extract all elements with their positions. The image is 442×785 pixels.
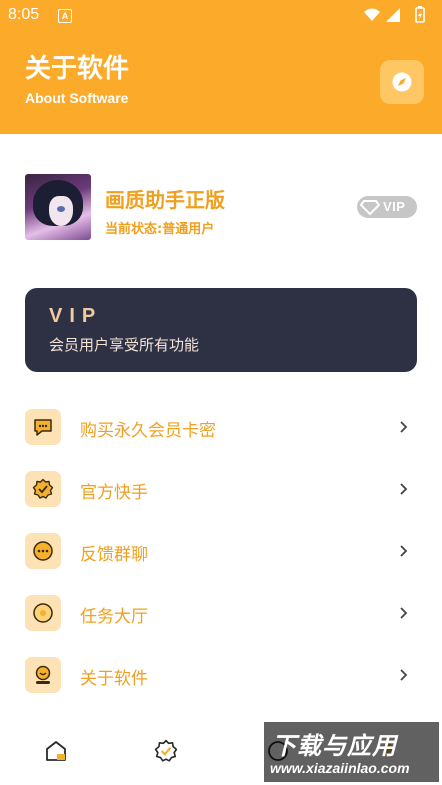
chevron-right-icon bbox=[400, 483, 408, 495]
vip-badge-label: VIP bbox=[383, 199, 406, 214]
menu-item-label: 关于软件 bbox=[80, 669, 148, 689]
info-person-icon bbox=[25, 657, 61, 693]
diamond-icon bbox=[360, 200, 380, 215]
signal-icon bbox=[386, 8, 400, 22]
chevron-right-icon bbox=[400, 669, 408, 681]
verified-badge-icon bbox=[25, 471, 61, 507]
chevron-right-icon bbox=[400, 421, 408, 433]
group-chat-icon bbox=[25, 533, 61, 569]
wifi-icon bbox=[364, 8, 380, 21]
chat-bubble-icon bbox=[25, 409, 61, 445]
menu-item-label: 购买永久会员卡密 bbox=[80, 421, 216, 441]
vip-badge: VIP bbox=[357, 196, 417, 218]
menu-item-feedback-group[interactable]: 反馈群聊 bbox=[0, 521, 442, 581]
app-name: 画质助手正版 bbox=[105, 188, 225, 212]
system-status-icons bbox=[364, 6, 425, 23]
page-title: 关于软件 bbox=[25, 54, 130, 84]
watermark-url: www.xiazaiinlao.com bbox=[270, 760, 410, 776]
watermark: 下载与应用 www.xiazaiinlao.com bbox=[264, 722, 439, 782]
status-time: 8:05 bbox=[8, 6, 40, 23]
menu-item-label: 官方快手 bbox=[80, 483, 148, 503]
task-circle-icon bbox=[25, 595, 61, 631]
profile-section: 画质助手正版 当前状态:普通用户 VIP bbox=[25, 174, 417, 242]
verified-badge-icon[interactable] bbox=[154, 739, 178, 763]
chevron-right-icon bbox=[400, 545, 408, 557]
menu-item-task-hall[interactable]: 任务大厅 bbox=[0, 583, 442, 643]
vip-card[interactable]: VIP 会员用户享受所有功能 bbox=[25, 288, 417, 372]
menu-item-buy-membership[interactable]: 购买永久会员卡密 bbox=[0, 397, 442, 457]
page-subtitle: About Software bbox=[25, 90, 129, 106]
membership-status: 当前状态:普通用户 bbox=[105, 222, 215, 237]
menu-item-about-software[interactable]: 关于软件 bbox=[0, 645, 442, 705]
chevron-right-icon bbox=[400, 607, 408, 619]
watermark-text: 下载与应用 bbox=[272, 732, 397, 760]
menu-item-label: 反馈群聊 bbox=[80, 545, 148, 565]
menu-item-label: 任务大厅 bbox=[80, 607, 148, 627]
status-bar: 8:05 A bbox=[0, 0, 442, 30]
home-icon[interactable] bbox=[44, 739, 68, 763]
compass-icon bbox=[392, 72, 412, 92]
vip-card-description: 会员用户享受所有功能 bbox=[49, 336, 200, 354]
compass-button[interactable] bbox=[380, 60, 424, 104]
menu-item-official-kuaishou[interactable]: 官方快手 bbox=[0, 459, 442, 519]
avatar bbox=[25, 174, 91, 240]
app-header: 8:05 A 关于软件 About Software bbox=[0, 0, 442, 134]
notification-icon: A bbox=[58, 9, 72, 23]
vip-card-title: VIP bbox=[49, 305, 103, 327]
